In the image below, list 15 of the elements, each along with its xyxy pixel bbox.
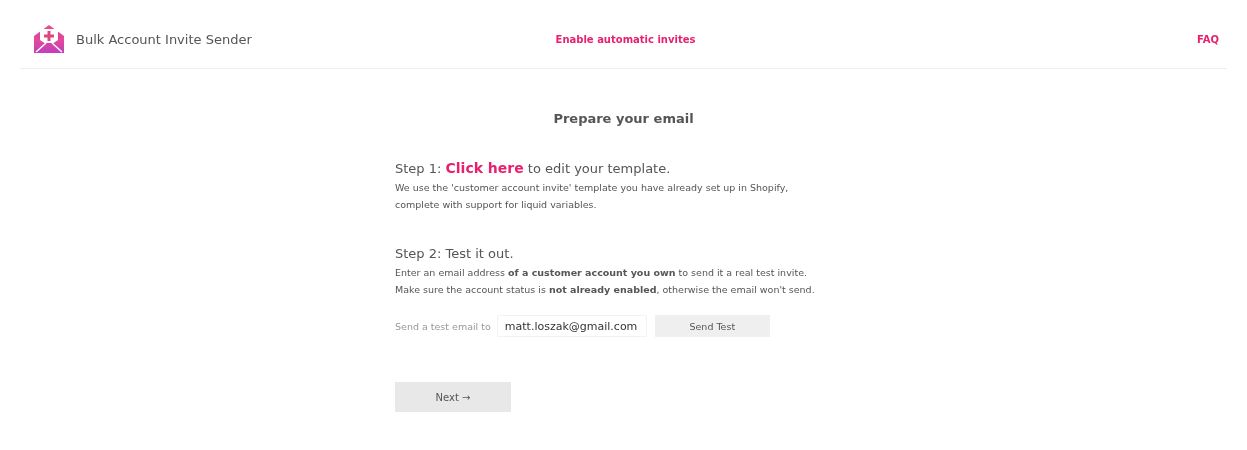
enable-invites-link[interactable]: Enable automatic invites (427, 33, 824, 45)
envelope-plus-icon (32, 22, 66, 56)
step-heading: Step 1: Click here to edit your template. (395, 160, 672, 176)
app-name: Bulk Account Invite Sender (76, 31, 252, 47)
send-test-button[interactable]: Send Test (654, 315, 770, 337)
next-button[interactable]: Next → (395, 382, 511, 412)
page-title: Prepare your email (552, 111, 695, 126)
instruction-text: Make sure the account status is not already enabled, otherwise the email won't send. (395, 283, 816, 297)
instruction-text: Enter an email address of a customer account you own to send it a real test invite. (395, 266, 808, 280)
faq-link[interactable]: FAQ (823, 33, 1219, 45)
step-description: We use the 'customer account invite' template you have already set up in Shopify, complete with support for liquid variables. (395, 181, 790, 212)
email-field[interactable]: matt.loszak@gmail.com (496, 315, 647, 337)
step-heading: Step 2: Test it out. (395, 246, 515, 261)
click-here-link[interactable]: Click here (445, 160, 524, 176)
field-label: Send a test email to (395, 320, 491, 332)
